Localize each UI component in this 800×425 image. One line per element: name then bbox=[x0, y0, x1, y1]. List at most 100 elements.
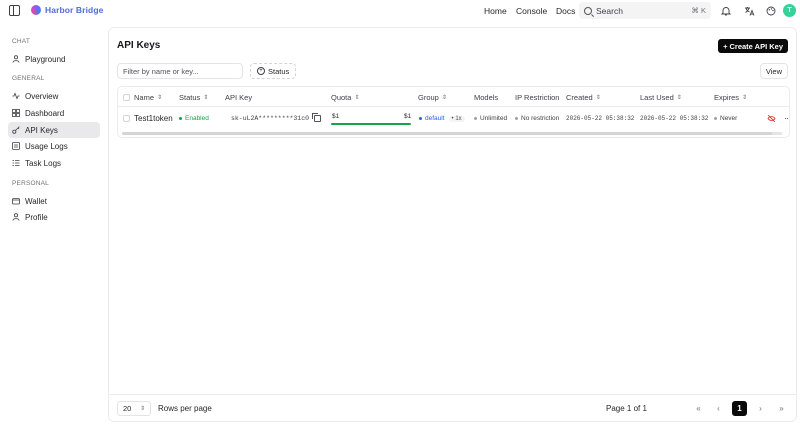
user-icon bbox=[12, 55, 20, 63]
column-header-api-key: API Key bbox=[225, 93, 253, 102]
first-page-button[interactable]: « bbox=[691, 401, 706, 416]
search-input[interactable]: Search ⌘ K bbox=[579, 2, 711, 19]
previous-page-button[interactable]: ‹ bbox=[711, 401, 726, 416]
page-info: Page 1 of 1 bbox=[606, 404, 647, 413]
rows-per-page-label: Rows per page bbox=[158, 404, 212, 413]
column-header-status[interactable]: Status ⇕ bbox=[179, 93, 208, 102]
column-header-name[interactable]: Name ⇕ bbox=[134, 93, 162, 102]
status-badge: Enabled bbox=[179, 115, 209, 122]
bell-icon[interactable] bbox=[720, 5, 732, 17]
sidebar-item-playground[interactable]: Playground bbox=[8, 51, 100, 67]
table-row[interactable]: Test1token Enabled sk-uL2A*********31c0 … bbox=[118, 108, 789, 130]
search-placeholder: Search bbox=[596, 5, 623, 16]
translate-icon[interactable] bbox=[743, 5, 755, 17]
sidebar-item-dashboard[interactable]: Dashboard bbox=[8, 105, 100, 121]
group-dot bbox=[419, 117, 422, 120]
column-header-models: Models bbox=[474, 93, 499, 102]
group-badge: default • 1x bbox=[419, 115, 465, 122]
view-options-button[interactable]: View bbox=[759, 63, 788, 79]
rows-per-page-value: 20 bbox=[123, 404, 132, 413]
horizontal-scrollbar[interactable] bbox=[122, 132, 782, 135]
wallet-icon bbox=[12, 197, 20, 205]
group-multiplier: • 1x bbox=[448, 115, 465, 122]
sidebar-item-api-keys[interactable]: API Keys bbox=[8, 122, 100, 138]
copy-icon bbox=[312, 113, 321, 122]
table-header: Name ⇕ Status ⇕ API Key Quota ⇕ Group ⇕ Mode… bbox=[118, 87, 789, 107]
rows-per-page-select[interactable]: 20 ⇕ bbox=[117, 401, 151, 416]
scrollbar-thumb[interactable] bbox=[122, 132, 772, 135]
sidebar-item-label: Profile bbox=[25, 212, 48, 222]
row-actions-button[interactable]: ··· bbox=[784, 113, 789, 123]
brand-name: Harbor Bridge bbox=[45, 5, 104, 15]
eye-off-icon bbox=[767, 114, 776, 123]
quota-progress-fill bbox=[331, 123, 411, 125]
grid-icon bbox=[12, 109, 20, 117]
sidebar-toggle-icon[interactable] bbox=[9, 5, 20, 16]
brand[interactable]: Harbor Bridge bbox=[31, 5, 103, 15]
section-label-general: GENERAL bbox=[12, 75, 45, 82]
nav-console[interactable]: Console bbox=[516, 6, 547, 16]
main-panel: API Keys + Create API Key + Status View … bbox=[108, 27, 797, 422]
copy-key-button[interactable] bbox=[312, 113, 321, 122]
disable-key-button[interactable] bbox=[767, 114, 776, 123]
sidebar: CHAT Playground GENERAL Overview Dashboa… bbox=[0, 22, 108, 425]
sort-icon: ⇕ bbox=[203, 94, 209, 101]
sidebar-item-label: Playground bbox=[25, 54, 66, 64]
list-icon bbox=[12, 142, 20, 150]
sort-icon: ⇕ bbox=[441, 94, 447, 101]
create-api-key-label: Create API Key bbox=[729, 41, 784, 51]
row-name: Test1token bbox=[134, 114, 173, 123]
sidebar-item-overview[interactable]: Overview bbox=[8, 88, 100, 104]
sidebar-item-label: Overview bbox=[25, 91, 59, 101]
page-title: API Keys bbox=[117, 40, 161, 51]
sidebar-item-usage-logs[interactable]: Usage Logs bbox=[8, 138, 100, 154]
chevron-left-icon: ‹ bbox=[717, 404, 720, 413]
activity-icon bbox=[12, 92, 20, 100]
brand-logo-icon bbox=[31, 5, 41, 15]
filter-input[interactable] bbox=[117, 63, 243, 79]
column-header-expires[interactable]: Expires ⇕ bbox=[714, 93, 747, 102]
quota-progress-bar bbox=[331, 123, 411, 125]
column-header-quota[interactable]: Quota ⇕ bbox=[331, 93, 359, 102]
sidebar-item-wallet[interactable]: Wallet bbox=[8, 193, 100, 209]
sort-icon: ⇕ bbox=[157, 94, 163, 101]
key-icon bbox=[12, 126, 20, 134]
create-api-key-button[interactable]: + Create API Key bbox=[718, 39, 788, 53]
plus-circle-icon: + bbox=[257, 67, 265, 75]
chevron-right-icon: › bbox=[759, 404, 762, 413]
sidebar-item-label: Dashboard bbox=[25, 108, 65, 118]
tasks-icon bbox=[12, 159, 20, 167]
select-all-checkbox[interactable] bbox=[123, 94, 130, 101]
row-api-key: sk-uL2A*********31c0 bbox=[231, 115, 310, 122]
row-checkbox[interactable] bbox=[123, 115, 130, 122]
chevron-up-down-icon: ⇕ bbox=[139, 405, 145, 412]
plus-icon: + bbox=[723, 41, 728, 51]
page-button-current[interactable]: 1 bbox=[732, 401, 747, 416]
api-keys-table: Name ⇕ Status ⇕ API Key Quota ⇕ Group ⇕ Mode… bbox=[117, 86, 790, 138]
sort-icon: ⇕ bbox=[742, 94, 748, 101]
pagination-footer: 20 ⇕ Rows per page Page 1 of 1 « ‹ 1 › » bbox=[109, 394, 796, 421]
user-icon bbox=[12, 213, 20, 221]
quota-total: $1 bbox=[404, 113, 412, 120]
palette-icon[interactable] bbox=[765, 5, 777, 17]
top-bar: Harbor Bridge Home Console Docs Search ⌘… bbox=[0, 0, 800, 22]
row-last-used: 2026-05-22 05:38:32 bbox=[640, 115, 709, 122]
status-filter-button[interactable]: + Status bbox=[250, 63, 297, 79]
sidebar-item-label: API Keys bbox=[25, 125, 58, 135]
nav-home[interactable]: Home bbox=[484, 6, 507, 16]
ip-dot bbox=[515, 117, 518, 120]
last-page-button[interactable]: » bbox=[774, 401, 789, 416]
sidebar-item-profile[interactable]: Profile bbox=[8, 209, 100, 225]
column-header-created[interactable]: Created ⇕ bbox=[566, 93, 601, 102]
column-header-group[interactable]: Group ⇕ bbox=[418, 93, 447, 102]
sidebar-item-label: Usage Logs bbox=[25, 141, 68, 151]
column-header-last-used[interactable]: Last Used ⇕ bbox=[640, 93, 682, 102]
sidebar-item-task-logs[interactable]: Task Logs bbox=[8, 155, 100, 171]
sort-icon: ⇕ bbox=[354, 94, 360, 101]
next-page-button[interactable]: › bbox=[753, 401, 768, 416]
status-filter-label: Status bbox=[268, 66, 290, 76]
avatar[interactable]: T bbox=[783, 4, 796, 17]
nav-docs[interactable]: Docs bbox=[556, 6, 575, 16]
sidebar-item-label: Task Logs bbox=[25, 158, 62, 168]
view-label: View bbox=[765, 66, 782, 76]
